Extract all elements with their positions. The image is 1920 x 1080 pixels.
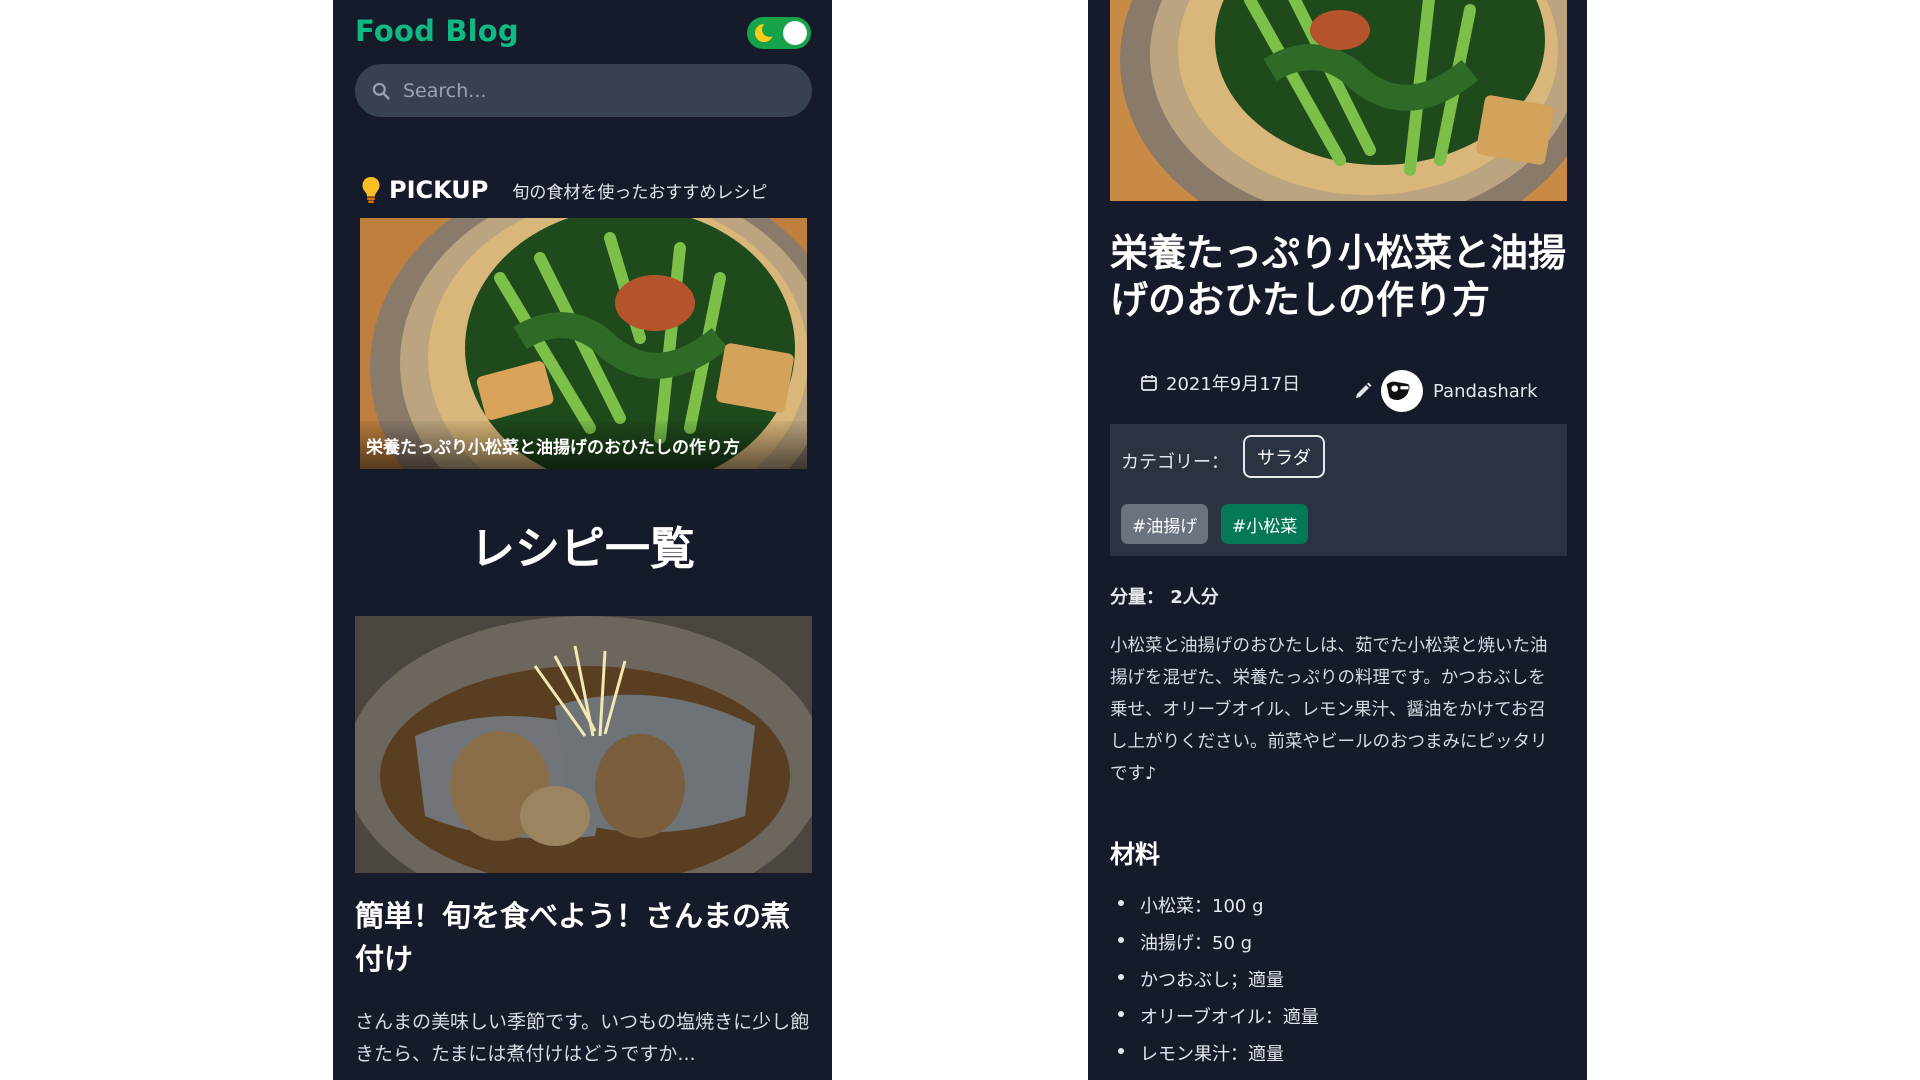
pickup-header: PICKUP 旬の食材を使ったおすすめレシピ <box>361 174 811 206</box>
toggle-knob <box>783 21 807 45</box>
category-panel: カテゴリー： サラダ #油揚げ #小松菜 <box>1110 424 1567 556</box>
article-description: 小松菜と油揚げのおひたしは、茹でた小松菜と焼いた油揚げを混ぜた、栄養たっぷりの料… <box>1110 636 1548 784</box>
post-author[interactable]: Pandashark <box>1353 370 1538 412</box>
pickup-caption: 栄養たっぷり小松菜と油揚げのおひたしの作り方 <box>360 421 807 469</box>
ingredient-item: レモン果汁：適量 <box>1118 1040 1319 1077</box>
servings: 分量： 2人分 <box>1110 587 1219 608</box>
article-screen: 栄養たっぷり小松菜と油揚げのおひたしの作り方 2021年9月17日 Pandas… <box>1088 0 1587 1080</box>
search-icon <box>372 82 390 100</box>
lightbulb-icon <box>362 177 380 203</box>
category-chip[interactable]: サラダ <box>1243 435 1325 478</box>
calendar-icon <box>1141 375 1157 391</box>
recipe-list-heading: レシピ一覧 <box>469 522 695 575</box>
pickup-subtitle: 旬の食材を使ったおすすめレシピ <box>512 182 768 203</box>
ingredients-heading: 材料 <box>1110 840 1161 869</box>
ingredient-item: 油揚げ：50 g <box>1118 929 1319 966</box>
saury-dish-image[interactable] <box>355 616 812 873</box>
article-title: 栄養たっぷり小松菜と油揚げのおひたしの作り方 <box>1110 231 1567 322</box>
post-date-text: 2021年9月17日 <box>1166 374 1301 395</box>
avatar-icon[interactable] <box>1381 370 1423 412</box>
moon-icon <box>755 22 777 42</box>
recipe-card-excerpt: さんまの美味しい季節です。いつもの塩焼きに少し飽きたら、たまには煮付けはどうです… <box>355 1011 810 1065</box>
pencil-icon <box>1356 382 1372 398</box>
tag-aburaage[interactable]: #油揚げ <box>1121 504 1209 544</box>
category-label: カテゴリー： <box>1121 452 1229 473</box>
ingredients-list: 小松菜：100 g 油揚げ：50 g かつおぶし；適量 オリーブオイル：適量 レ… <box>1110 892 1319 1077</box>
author-name[interactable]: Pandashark <box>1433 381 1538 402</box>
ingredient-item: かつおぶし；適量 <box>1118 966 1319 1003</box>
search-input[interactable] <box>401 78 785 103</box>
pickup-title: PICKUP <box>389 176 489 204</box>
article-hero-image <box>1110 0 1567 201</box>
dark-mode-toggle[interactable] <box>747 17 811 49</box>
site-logo[interactable]: Food Blog <box>355 14 519 48</box>
post-date: 2021年9月17日 <box>1140 370 1300 396</box>
ingredient-item: 小松菜：100 g <box>1118 892 1319 929</box>
tag-komatsuna[interactable]: #小松菜 <box>1221 504 1309 544</box>
recipe-card-title[interactable]: 簡単！旬を食べよう！さんまの煮付け <box>355 895 815 981</box>
pickup-card[interactable]: 栄養たっぷり小松菜と油揚げのおひたしの作り方 <box>360 218 807 469</box>
search-bar[interactable] <box>355 64 812 117</box>
ingredient-item: オリーブオイル：適量 <box>1118 1003 1319 1040</box>
home-screen: Food Blog PICKUP 旬の食材を使ったおすすめレシピ <box>333 0 832 1080</box>
